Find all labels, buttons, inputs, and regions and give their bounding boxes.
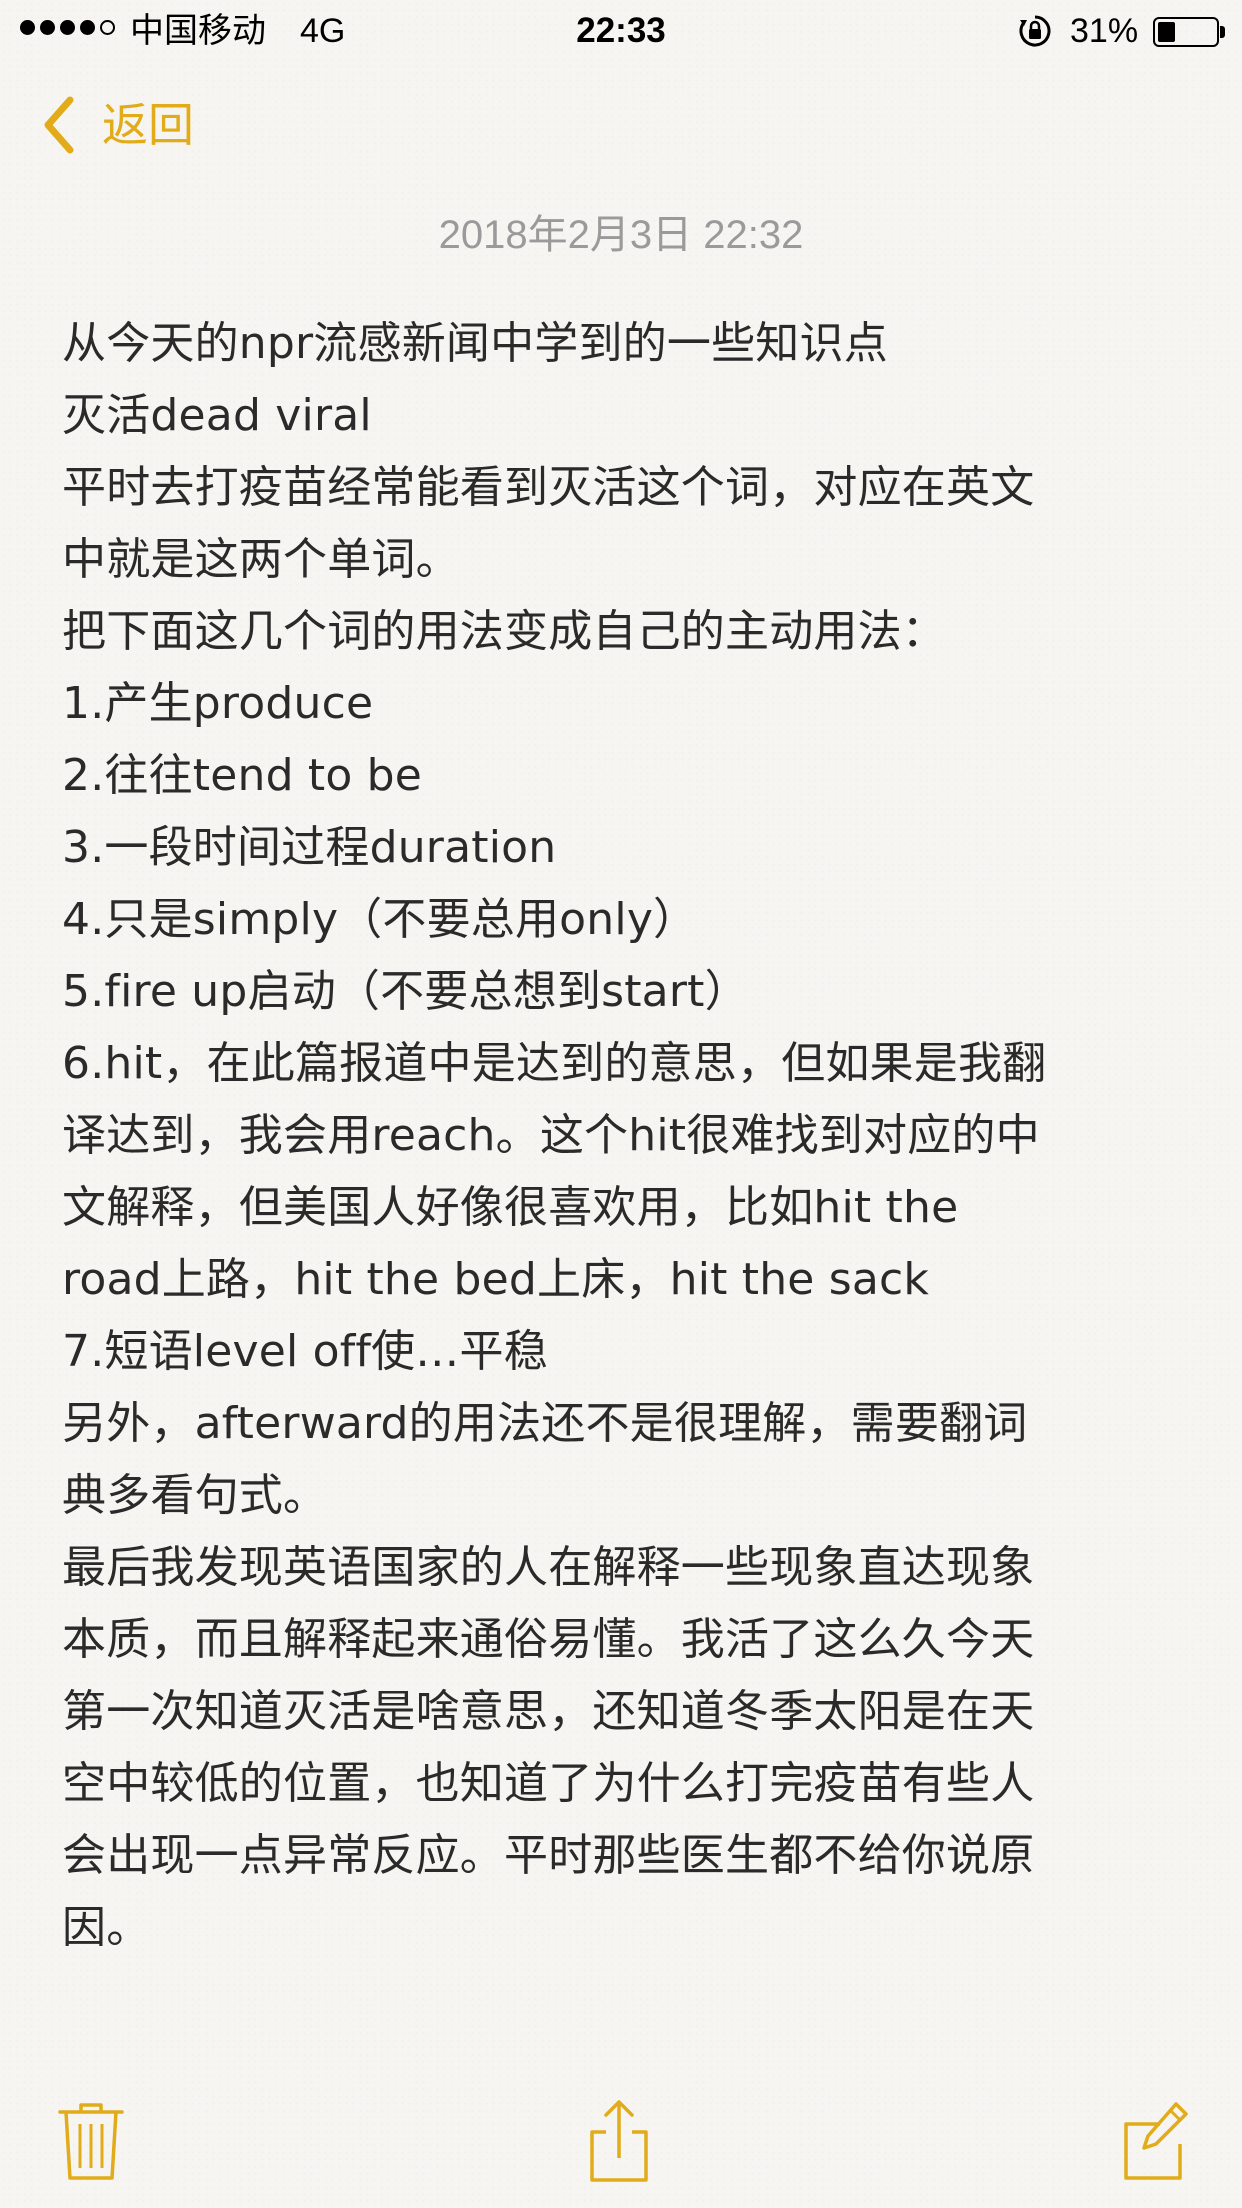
status-bar: 中国移动 4G 22:33 31% xyxy=(0,0,1242,62)
note-body[interactable]: 从今天的npr流感新闻中学到的一些知识点 灭活dead viral 平时去打疫苗经常… xyxy=(62,308,1192,1964)
note-line: 中就是这两个单词。 xyxy=(62,534,460,585)
compose-icon[interactable] xyxy=(1120,2098,1190,2182)
note-line: 文解释，但美国人好像很喜欢用，比如hit the xyxy=(62,1182,959,1233)
note-line: 把下面这几个词的用法变成自己的主动用法： xyxy=(62,606,946,657)
trash-icon[interactable] xyxy=(56,2098,126,2182)
share-icon[interactable] xyxy=(584,2098,654,2182)
note-line: 6.hit，在此篇报道中是达到的意思，但如果是我翻 xyxy=(62,1038,1047,1089)
note-line: 会出现一点异常反应。平时那些医生都不给你说原 xyxy=(62,1830,1035,1881)
back-button[interactable]: 返回 xyxy=(40,90,194,160)
note-line: 译达到，我会用reach。这个hit很难找到对应的中 xyxy=(62,1110,1040,1161)
chevron-left-icon xyxy=(44,96,74,154)
note-line: 2.往往tend to be xyxy=(62,750,423,801)
note-line: 5.fire up启动（不要总想到start） xyxy=(62,966,749,1017)
bottom-toolbar xyxy=(0,2098,1242,2188)
note-line: road上路，hit the bed上床，hit the sack xyxy=(62,1254,930,1305)
note-line: 从今天的npr流感新闻中学到的一些知识点 xyxy=(62,318,888,369)
note-line: 3.一段时间过程duration xyxy=(62,822,557,873)
note-line: 平时去打疫苗经常能看到灭活这个词，对应在英文 xyxy=(62,462,1035,513)
battery-icon xyxy=(1153,17,1219,47)
battery-tip xyxy=(1220,26,1225,38)
note-line: 本质，而且解释起来通俗易懂。我活了这么久今天 xyxy=(62,1614,1035,1665)
note-line: 典多看句式。 xyxy=(62,1470,328,1521)
note-line: 第一次知道灭活是啥意思，还知道冬季太阳是在天 xyxy=(62,1686,1035,1737)
rotation-lock-icon xyxy=(1019,15,1051,47)
note-line: 因。 xyxy=(62,1902,151,1953)
note-date: 2018年2月3日 22:32 xyxy=(438,213,804,257)
note-line: 1.产生produce xyxy=(62,678,374,729)
note-line: 灭活dead viral xyxy=(62,390,372,441)
note-line: 4.只是simply（不要总用only） xyxy=(62,894,698,945)
note-line: 空中较低的位置，也知道了为什么打完疫苗有些人 xyxy=(62,1758,1035,1809)
battery-percent: 31% xyxy=(1070,12,1139,50)
note-line: 最后我发现英语国家的人在解释一些现象直达现象 xyxy=(62,1542,1035,1593)
note-line: 另外，afterward的用法还不是很理解，需要翻词 xyxy=(62,1398,1028,1449)
battery-level-fill xyxy=(1158,22,1175,42)
back-label: 返回 xyxy=(102,98,194,152)
status-time: 22:33 xyxy=(576,11,666,50)
note-line: 7.短语level off使…平稳 xyxy=(62,1326,548,1377)
